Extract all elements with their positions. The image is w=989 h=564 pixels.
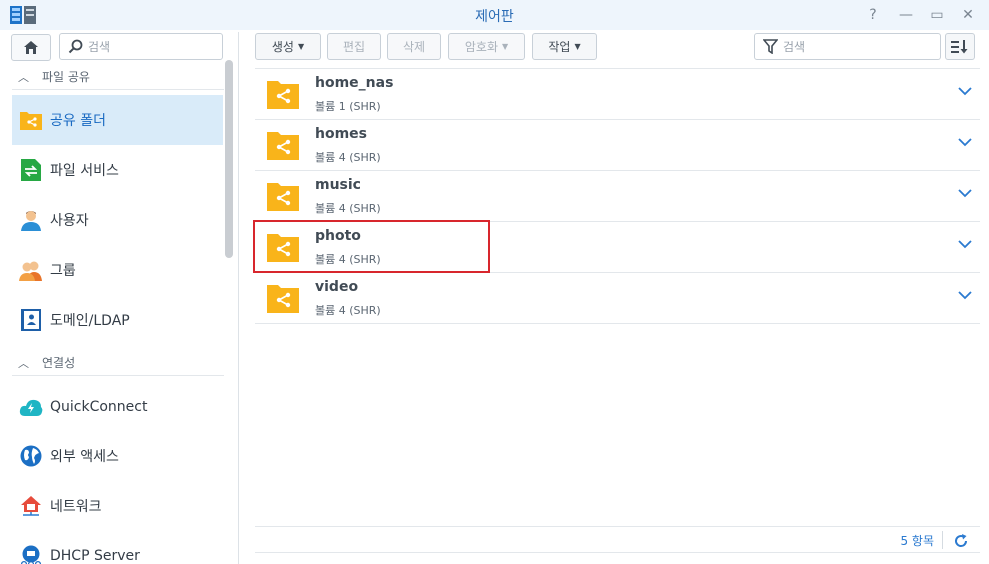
folder-volume: 볼륨 4 (SHR) [315,202,381,215]
folder-row[interactable]: music 볼륨 4 (SHR) [255,171,980,222]
chevron-down-icon[interactable] [958,189,972,198]
chevron-down-icon[interactable] [958,291,972,300]
folder-name: home_nas [315,75,394,91]
footer-divider [255,526,980,527]
filter-icon [763,39,778,54]
home-button[interactable] [11,34,51,61]
photo-highlight-box [253,220,490,273]
folder-row[interactable]: video 볼륨 4 (SHR) [255,273,980,324]
help-button[interactable]: ? [864,6,882,24]
panel-divider [238,32,239,564]
group-icon [19,258,43,282]
sidebar-item-network[interactable]: 네트워크 [12,481,223,531]
sidebar-scrollbar[interactable] [225,60,233,258]
shared-folder-icon [267,132,299,160]
shared-folder-icon [19,108,43,132]
shared-folder-icon [267,183,299,211]
shared-folder-icon [267,285,299,313]
maximize-button[interactable]: ▭ [928,6,946,24]
filter-input[interactable] [783,38,933,56]
close-button[interactable]: ✕ [959,6,977,24]
shared-folder-list: home_nas 볼륨 1 (SHR) homes 볼륨 4 (SHR) mus… [255,68,980,324]
sidebar-item-quickconnect[interactable]: QuickConnect [12,382,223,432]
sidebar-item-label: 외부 액세스 [50,449,119,465]
sidebar-item-label: DHCP Server [50,548,140,564]
section-label: 파일 공유 [42,70,90,84]
sidebar-item-external-access[interactable]: 외부 액세스 [12,431,223,481]
sidebar-item-label: 그룹 [50,263,76,279]
caret-down-icon: ▼ [297,42,305,51]
chevron-down-icon[interactable] [958,87,972,96]
title-bar: 제어판 ? — ▭ ✕ [0,0,989,30]
folder-volume: 볼륨 1 (SHR) [315,100,381,113]
section-label: 연결성 [42,356,76,370]
footer-bottom-divider [255,552,980,553]
domain-ldap-icon [19,308,43,332]
quickconnect-icon [19,395,43,419]
chevron-down-icon[interactable] [958,240,972,249]
search-icon [68,39,83,54]
sidebar-item-group[interactable]: 그룹 [12,245,223,295]
encrypt-button-label: 암호화 [464,40,498,54]
home-icon [24,41,38,54]
delete-button-label: 삭제 [402,40,426,54]
user-icon [19,208,43,232]
sidebar-item-label: 네트워크 [50,499,102,515]
edit-button[interactable]: 편집 [327,33,381,60]
folder-row[interactable]: home_nas 볼륨 1 (SHR) [255,69,980,120]
section-connectivity[interactable]: ︿ 연결성 [12,350,224,376]
sidebar-item-file-services[interactable]: 파일 서비스 [12,145,223,195]
chevron-down-icon[interactable] [958,138,972,147]
folder-name: homes [315,126,368,142]
sidebar-item-label: 사용자 [50,213,89,229]
sidebar-item-domain-ldap[interactable]: 도메인/LDAP [12,295,223,345]
sidebar-item-label: 파일 서비스 [50,163,119,179]
folder-volume: 볼륨 4 (SHR) [315,151,381,164]
delete-button[interactable]: 삭제 [387,33,441,60]
filter-search[interactable] [754,33,941,60]
create-button[interactable]: 생성 ▼ [255,33,321,60]
chevron-up-icon: ︿ [18,70,29,84]
action-button[interactable]: 작업 ▼ [532,33,597,60]
sidebar-item-label: QuickConnect [50,399,148,415]
sidebar: ︿ 파일 공유 공유 폴더 파일 서비스 사용자 그룹 도메인/LDAP ︿ 연… [0,30,236,564]
create-button-label: 생성 [271,40,294,54]
chevron-up-icon: ︿ [18,356,29,370]
caret-down-icon: ▼ [501,42,509,51]
shared-folder-icon [267,81,299,109]
network-home-icon [19,494,43,518]
sidebar-item-dhcp-server[interactable]: DHCP Server [12,531,223,564]
sidebar-item-user[interactable]: 사용자 [12,195,223,245]
sidebar-search[interactable] [59,33,223,60]
globe-icon [19,444,43,468]
action-button-label: 작업 [548,40,571,54]
sort-button[interactable] [945,33,975,60]
caret-down-icon: ▼ [574,42,581,51]
folder-name: music [315,177,361,193]
item-count: 5 항목 [900,534,934,548]
encrypt-button[interactable]: 암호화 ▼ [448,33,525,60]
sidebar-item-label: 공유 폴더 [50,113,106,129]
edit-button-label: 편집 [342,40,366,54]
sort-icon [951,39,968,53]
folder-name: video [315,279,359,295]
section-file-sharing[interactable]: ︿ 파일 공유 [12,64,224,90]
folder-row[interactable]: homes 볼륨 4 (SHR) [255,120,980,171]
refresh-icon[interactable] [953,533,969,549]
minimize-button[interactable]: — [897,6,915,24]
dhcp-server-icon [19,544,43,564]
sidebar-item-label: 도메인/LDAP [50,313,130,329]
file-services-icon [19,158,43,182]
footer-separator [942,531,943,549]
sidebar-item-shared-folder[interactable]: 공유 폴더 [12,95,223,145]
folder-volume: 볼륨 4 (SHR) [315,304,381,317]
window-title: 제어판 [475,9,514,25]
sidebar-search-input[interactable] [88,38,216,56]
